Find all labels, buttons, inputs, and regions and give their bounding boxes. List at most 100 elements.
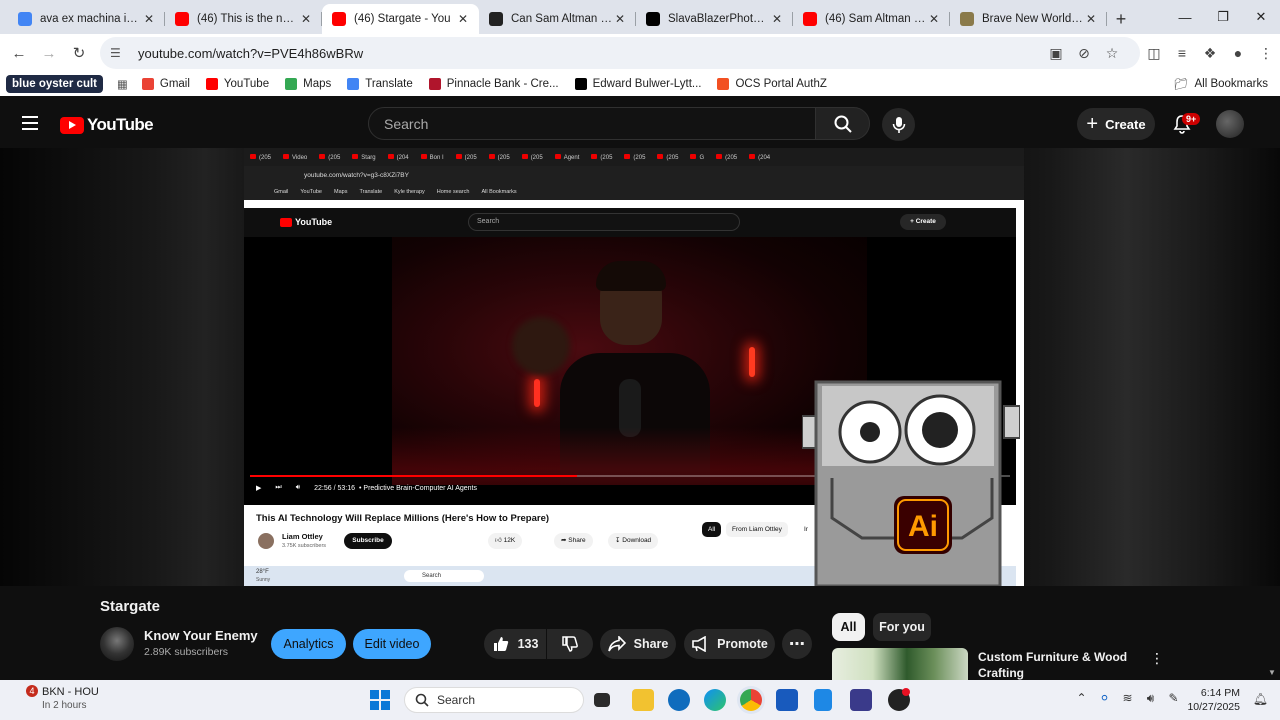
eye-off-icon[interactable]: ⊘ [1070, 39, 1098, 67]
bookmark-folder-pill[interactable]: blue oyster cult [6, 75, 103, 93]
account-avatar[interactable] [1216, 110, 1244, 138]
chip-for-you[interactable]: For you [873, 613, 931, 641]
reload-icon[interactable]: ↻ [64, 38, 94, 68]
bookmark-item[interactable]: Translate [347, 78, 413, 90]
nested-bookmark: All Bookmarks [481, 189, 517, 195]
bookmark-favicon-icon [141, 78, 154, 90]
nested-tab: (205 [591, 153, 612, 161]
dislike-button[interactable] [547, 629, 593, 659]
like-button[interactable]: 133 [484, 629, 546, 659]
nested-tab: (205 [657, 153, 678, 161]
chevron-up-icon[interactable]: ⌃ [1070, 691, 1093, 706]
maximize-icon[interactable]: ❐ [1204, 0, 1242, 34]
word-icon[interactable] [776, 689, 798, 711]
install-icon[interactable]: ▣ [1042, 39, 1070, 67]
browser-tab[interactable]: Brave New World by ✕ [950, 4, 1107, 34]
microphone-icon [892, 116, 905, 133]
weather-badge: 4 [26, 685, 38, 697]
recommended-title[interactable]: Custom Furniture & Wood Crafting [978, 649, 1128, 681]
bookmark-item[interactable]: YouTube [205, 78, 269, 90]
menu-kebab-icon[interactable]: ⋮ [1252, 39, 1280, 67]
chip-all[interactable]: All [832, 613, 865, 641]
minimize-icon[interactable]: — [1166, 0, 1204, 34]
nested-tab: G [690, 153, 704, 161]
browser-tab[interactable]: (46) This is the new AI✕ [165, 4, 322, 34]
recommended-thumbnail[interactable] [832, 648, 968, 680]
speaker-icon[interactable]: 🔊︎ [1139, 691, 1162, 706]
side-panel-icon[interactable]: ◫ [1140, 39, 1168, 67]
next-icon: ⏭︎ [275, 484, 282, 491]
notifications-bell-icon[interactable]: 🔔︎ [1253, 692, 1268, 706]
microphone-tray-icon[interactable]: ⚪︎ [1093, 691, 1116, 706]
all-bookmarks-button[interactable]: 📁︎ All Bookmarks [1174, 77, 1268, 91]
taskbar-search[interactable]: Search [404, 687, 584, 713]
bookmark-favicon-icon [285, 78, 298, 90]
megaphone-icon [692, 636, 706, 652]
nested-bookmark: Maps [334, 189, 348, 195]
bookmark-item[interactable]: Pinnacle Bank - Cre... [428, 78, 559, 90]
bookmark-star-icon[interactable]: ☆ [1098, 39, 1126, 67]
video-scene-presenter [392, 237, 867, 485]
create-button[interactable]: + Create [1077, 108, 1155, 140]
wifi-icon[interactable]: ≋ [1116, 691, 1139, 706]
close-tab-icon[interactable]: ✕ [141, 12, 157, 26]
nested-tab: (205 [455, 153, 477, 161]
address-bar[interactable]: ☰ youtube.com/watch?v=PVE4h86wBRw [100, 37, 1140, 69]
bookmarks-bar: blue oyster cult ▦ Gmail YouTube Maps Trans… [0, 72, 1280, 96]
channel-avatar[interactable] [100, 627, 134, 661]
menu-hamburger-icon[interactable] [18, 112, 42, 136]
bookmark-item[interactable]: Gmail [141, 78, 190, 90]
new-tab-button[interactable]: + [1107, 4, 1135, 34]
search-input[interactable]: Search [368, 107, 816, 140]
weather-widget[interactable]: BKN - HOU In 2 hours [42, 686, 99, 711]
video-player[interactable]: (205 Video (205 Starg (204 Bon I (205 (205 (205 A… [0, 148, 1280, 586]
browser-tab[interactable]: Can Sam Altman Be T✕ [479, 4, 636, 34]
close-tab-icon[interactable]: ✕ [769, 12, 785, 26]
outlook-icon[interactable] [668, 689, 690, 711]
close-tab-icon[interactable]: ✕ [1083, 12, 1099, 26]
task-view-icon[interactable] [594, 693, 610, 707]
edge-icon[interactable] [704, 689, 726, 711]
profile-avatar-icon[interactable]: ● [1224, 39, 1252, 67]
site-info-icon[interactable]: ☰ [110, 46, 128, 60]
analytics-button[interactable]: Analytics [271, 629, 346, 659]
scroll-down-icon[interactable]: ▼ [1268, 668, 1276, 677]
close-tab-icon[interactable]: ✕ [455, 12, 471, 26]
notepad-icon[interactable] [814, 689, 832, 711]
browser-tab[interactable]: ava ex machina image✕ [8, 4, 165, 34]
back-icon[interactable]: ← [4, 38, 34, 68]
browser-tab[interactable]: SlavaBlazerPhotograp✕ [636, 4, 793, 34]
browser-tab[interactable]: (46) Sam Altman on C✕ [793, 4, 950, 34]
close-tab-icon[interactable]: ✕ [298, 12, 314, 26]
voice-search-button[interactable] [882, 108, 915, 141]
promote-button[interactable]: Promote [684, 629, 775, 659]
clock[interactable]: 6:14 PM 10/27/2025 [1187, 686, 1240, 714]
close-window-icon[interactable]: ✕ [1242, 0, 1280, 34]
search-button[interactable] [815, 107, 870, 140]
bookmark-item[interactable]: Maps [285, 78, 331, 90]
browser-tab[interactable]: (46) Stargate - You ✕ [322, 4, 479, 34]
forward-icon[interactable]: → [34, 38, 64, 68]
youtube-logo[interactable]: YouTube [60, 115, 154, 135]
close-tab-icon[interactable]: ✕ [926, 12, 942, 26]
more-actions-button[interactable]: ⋯ [782, 629, 812, 659]
bookmark-item[interactable]: OCS Portal AuthZ [717, 78, 827, 90]
edit-video-button[interactable]: Edit video [353, 629, 431, 659]
extensions-icon[interactable]: ❖ [1196, 39, 1224, 67]
reading-list-icon[interactable]: ≡ [1168, 39, 1196, 67]
pen-icon[interactable]: ✎ [1162, 691, 1185, 706]
nested-youtube-masthead: YouTube Search + Create [244, 208, 1016, 237]
app-icon[interactable] [850, 689, 872, 711]
close-tab-icon[interactable]: ✕ [612, 12, 628, 26]
start-button[interactable] [370, 690, 390, 710]
share-button[interactable]: Share [600, 629, 676, 659]
youtube-masthead: YouTube Search + Create [0, 96, 1280, 152]
nested-download-button: ↧ Download [608, 533, 659, 549]
nested-subscriber-count: 3.75K subscribers [282, 543, 327, 549]
file-explorer-icon[interactable] [632, 689, 654, 711]
recommended-more-icon[interactable]: ⋮ [1150, 650, 1164, 667]
apps-grid-icon[interactable]: ▦ [117, 77, 128, 91]
bookmark-item[interactable]: Edward Bulwer-Lytt... [574, 78, 701, 90]
chrome-icon[interactable] [740, 689, 762, 711]
channel-name[interactable]: Know Your Enemy [144, 628, 258, 643]
